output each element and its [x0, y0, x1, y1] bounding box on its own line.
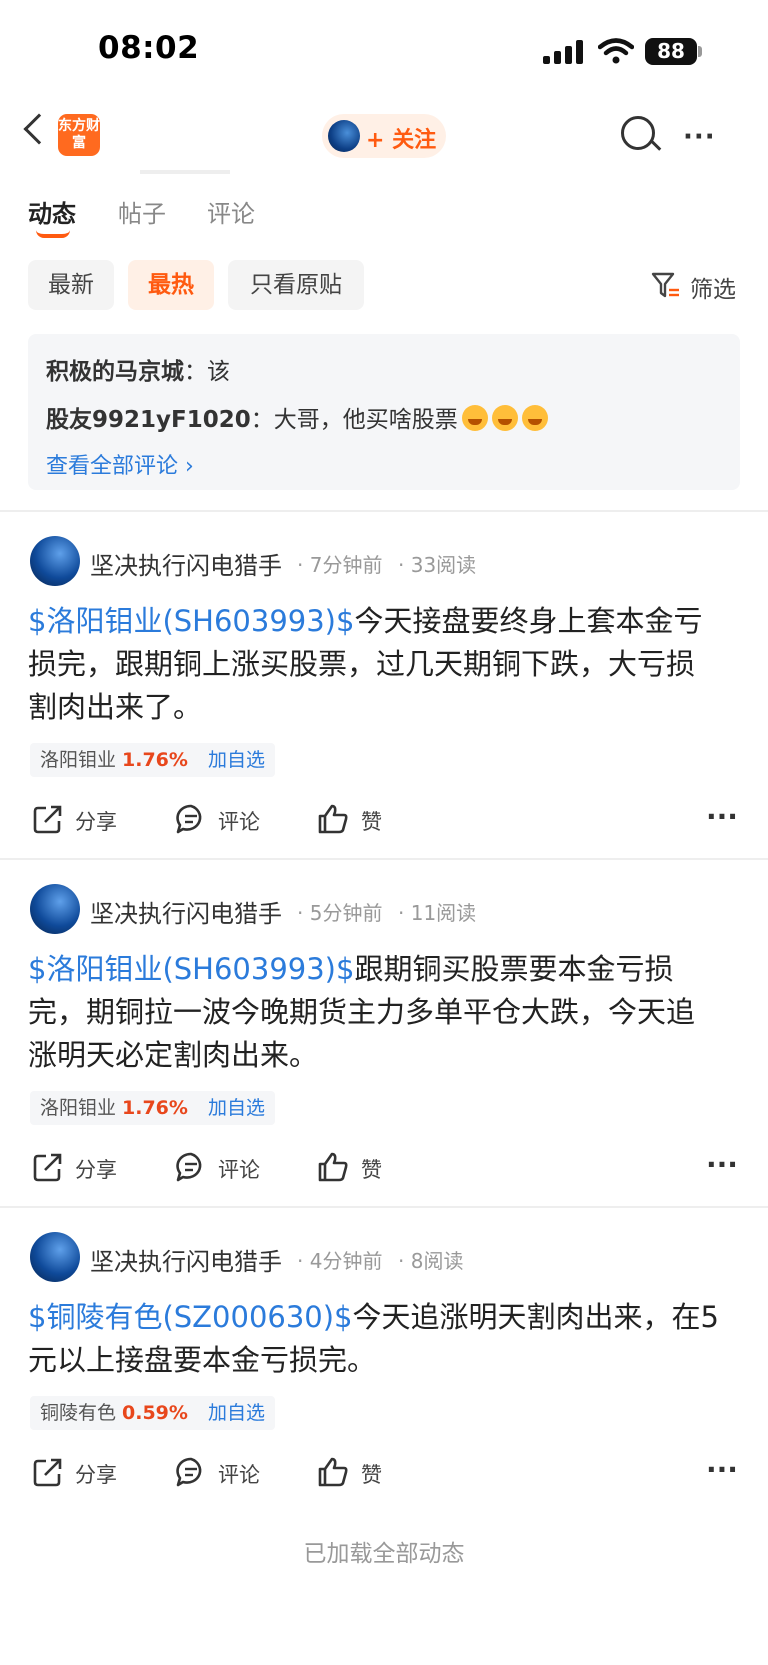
post-text: 损完，跟期铜上涨买股票，过几天期铜下跌，大亏损 — [28, 647, 696, 681]
post-text: 跟期铜买股票要本金亏损 — [354, 952, 674, 986]
stock-chip[interactable]: 铜陵有色 0.59% 加自选 — [30, 1396, 275, 1430]
stock-chip[interactable]: 洛阳钼业 1.76% 加自选 — [30, 743, 275, 777]
app-logo: 东方财富 — [58, 114, 100, 156]
search-icon[interactable] — [621, 116, 655, 150]
more-options-icon[interactable]: ··· — [683, 122, 716, 152]
add-watchlist-button[interactable]: 加自选 — [208, 1097, 265, 1119]
signal-icon — [543, 40, 583, 64]
like-icon[interactable] — [317, 1456, 349, 1488]
share-label[interactable]: 分享 — [75, 806, 117, 836]
like-label[interactable]: 赞 — [361, 1459, 382, 1489]
like-icon[interactable] — [317, 1151, 349, 1183]
like-label[interactable]: 赞 — [361, 806, 382, 836]
share-label[interactable]: 分享 — [75, 1154, 117, 1184]
comment-icon[interactable] — [175, 1456, 207, 1488]
comment-label[interactable]: 评论 — [218, 806, 260, 836]
stock-ticker-link[interactable]: $洛阳钼业(SH603993)$ — [28, 952, 354, 986]
stock-name: 铜陵有色 — [40, 1402, 117, 1424]
author-name[interactable]: 坚决执行闪电猎手 — [90, 1242, 282, 1277]
active-tab-indicator — [36, 230, 70, 238]
post-body[interactable]: $洛阳钼业(SH603993)$跟期铜买股票要本金亏损 完，期铜拉一波今晚期货主… — [28, 948, 740, 1077]
filter-chip-hottest[interactable]: 最热 — [128, 260, 214, 310]
faded-divider — [140, 170, 230, 174]
comment-text: 该 — [207, 359, 230, 385]
divider — [0, 858, 768, 860]
emoji-icon — [461, 405, 488, 431]
post-reads: · 11阅读 — [398, 901, 477, 925]
post-more-icon[interactable]: ··· — [706, 800, 738, 833]
divider — [0, 510, 768, 512]
post-time: · 4分钟前 — [297, 1249, 383, 1273]
filter-icon[interactable] — [651, 270, 681, 300]
author-avatar[interactable] — [30, 884, 80, 934]
tab-dynamics[interactable]: 动态 — [28, 194, 76, 229]
tab-posts[interactable]: 帖子 — [118, 194, 166, 229]
share-icon[interactable] — [32, 1456, 64, 1488]
share-icon[interactable] — [32, 1151, 64, 1183]
wifi-icon — [598, 38, 634, 64]
filter-label[interactable]: 筛选 — [690, 270, 736, 304]
post-reads: · 8阅读 — [398, 1249, 464, 1273]
comment-label[interactable]: 评论 — [218, 1154, 260, 1184]
author-name[interactable]: 坚决执行闪电猎手 — [90, 894, 282, 929]
comment-icon[interactable] — [175, 1151, 207, 1183]
author-avatar[interactable] — [30, 1232, 80, 1282]
divider — [0, 1206, 768, 1208]
post-more-icon[interactable]: ··· — [706, 1148, 738, 1181]
follow-avatar — [328, 120, 360, 152]
back-chevron-icon[interactable] — [23, 113, 55, 145]
add-watchlist-button[interactable]: 加自选 — [208, 749, 265, 771]
post-text: 今天追涨明天割肉出来，在5 — [352, 1300, 719, 1334]
view-all-comments-link[interactable]: 查看全部评论 › — [46, 448, 194, 480]
post-text: 割肉出来了。 — [28, 690, 203, 724]
post-text: 今天接盘要终身上套本金亏 — [354, 604, 703, 638]
like-icon[interactable] — [317, 803, 349, 835]
post-body[interactable]: $铜陵有色(SZ000630)$今天追涨明天割肉出来，在5 元以上接盘要本金亏损… — [28, 1296, 740, 1382]
post-body[interactable]: $洛阳钼业(SH603993)$今天接盘要终身上套本金亏 损完，跟期铜上涨买股票… — [28, 600, 740, 729]
stock-chip[interactable]: 洛阳钼业 1.76% 加自选 — [30, 1091, 275, 1125]
stock-change: 1.76% — [122, 749, 188, 771]
author-avatar[interactable] — [30, 536, 80, 586]
emoji-icon — [491, 405, 518, 431]
stock-change: 1.76% — [122, 1097, 188, 1119]
battery-tip — [698, 46, 702, 57]
comment-preview-line: 股友9921yF1020：大哥，他买啥股票 — [46, 400, 548, 434]
filter-chip-latest[interactable]: 最新 — [28, 260, 114, 310]
tab-comments[interactable]: 评论 — [207, 194, 255, 229]
stock-name: 洛阳钼业 — [40, 1097, 117, 1119]
end-of-feed-text: 已加载全部动态 — [303, 1541, 465, 1567]
emoji-icon — [521, 405, 548, 431]
comment-user[interactable]: 积极的马京城 — [46, 359, 184, 385]
comment-user[interactable]: 股友9921yF1020 — [46, 407, 251, 433]
filter-chip-original-only[interactable]: 只看原贴 — [228, 260, 364, 310]
post-text: 完，期铜拉一波今晚期货主力多单平仓大跌，今天追 — [28, 995, 696, 1029]
stock-ticker-link[interactable]: $铜陵有色(SZ000630)$ — [28, 1300, 353, 1334]
battery-indicator: 88 — [645, 38, 697, 65]
like-label[interactable]: 赞 — [361, 1154, 382, 1184]
author-name[interactable]: 坚决执行闪电猎手 — [90, 546, 282, 581]
stock-ticker-link[interactable]: $洛阳钼业(SH603993)$ — [28, 604, 354, 638]
post-text: 元以上接盘要本金亏损完。 — [28, 1343, 377, 1377]
post-reads: · 33阅读 — [398, 553, 477, 577]
search-icon-handle — [650, 140, 662, 151]
comment-text: 大哥，他买啥股票 — [273, 407, 458, 433]
add-watchlist-button[interactable]: 加自选 — [208, 1402, 265, 1424]
post-time: · 7分钟前 — [297, 553, 383, 577]
post-more-icon[interactable]: ··· — [706, 1453, 738, 1486]
stock-change: 0.59% — [122, 1402, 188, 1424]
share-label[interactable]: 分享 — [75, 1459, 117, 1489]
share-icon[interactable] — [32, 803, 64, 835]
comment-icon[interactable] — [175, 803, 207, 835]
comment-sep: ： — [250, 407, 274, 433]
comment-preview-line: 积极的马京城：该 — [46, 352, 230, 386]
status-time: 08:02 — [98, 30, 200, 66]
comment-sep: ： — [184, 359, 207, 385]
stock-name: 洛阳钼业 — [40, 749, 117, 771]
post-time: · 5分钟前 — [297, 901, 383, 925]
comment-label[interactable]: 评论 — [218, 1459, 260, 1489]
post-text: 涨明天必定割肉出来。 — [28, 1038, 319, 1072]
follow-label[interactable]: + 关注 — [366, 122, 436, 154]
